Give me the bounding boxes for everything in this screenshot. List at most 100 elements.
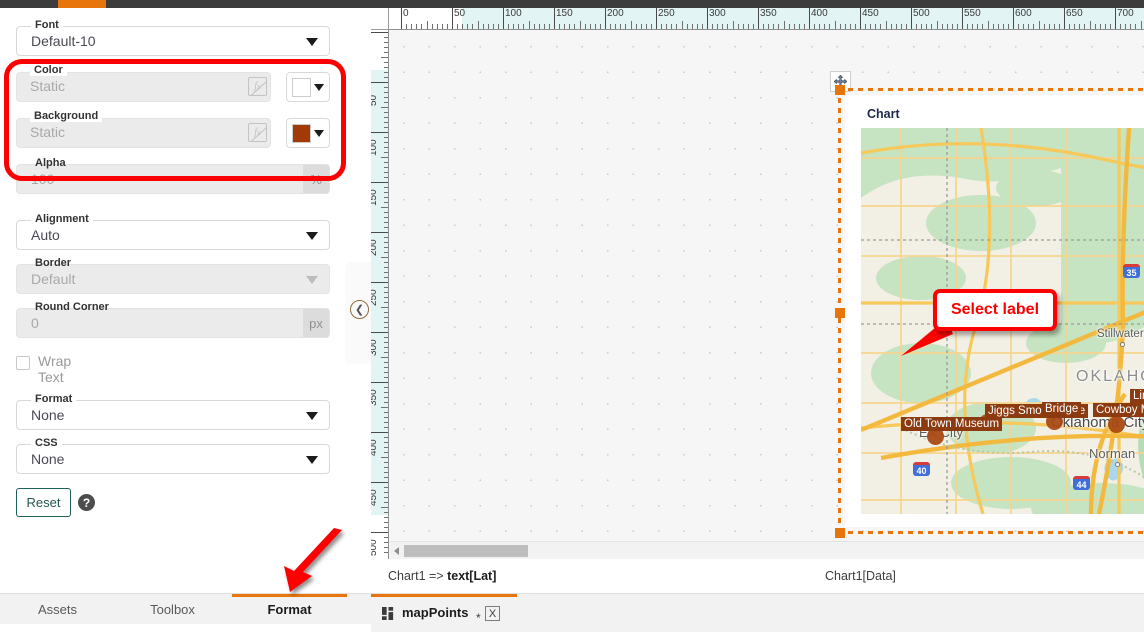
resize-handle-sw[interactable] bbox=[835, 528, 845, 538]
border-field[interactable]: Border Default bbox=[16, 257, 330, 294]
horizontal-ruler: 0 50 100 150 200 250 300 350 400 450 500 550 600 650 7… bbox=[389, 8, 1144, 30]
scrollbar-thumb[interactable] bbox=[404, 545, 528, 557]
ruler-tick bbox=[1013, 8, 1014, 29]
resize-handle-w[interactable] bbox=[835, 308, 845, 318]
ruler-tick bbox=[895, 24, 897, 29]
report-canvas[interactable]: Chart 35 40 44 OKLAH Stillwater Oklahoma… bbox=[390, 31, 1144, 541]
ruler-label: 650 bbox=[1066, 8, 1083, 19]
css-label: CSS bbox=[31, 437, 62, 449]
ruler-tick bbox=[371, 82, 388, 83]
ruler-tick bbox=[371, 432, 388, 433]
ruler-label: 150 bbox=[556, 8, 573, 19]
status-prefix: Chart1 => bbox=[388, 569, 448, 583]
ruler-tick bbox=[518, 24, 520, 29]
ruler-label: 0 bbox=[403, 8, 409, 19]
ruler-tick bbox=[599, 24, 601, 29]
ruler-tick bbox=[384, 42, 388, 43]
ruler-tick bbox=[384, 272, 388, 273]
ruler-tick bbox=[384, 177, 388, 178]
ruler-tick bbox=[384, 537, 388, 538]
chevron-down-icon[interactable] bbox=[306, 276, 318, 284]
ruler-tick bbox=[661, 24, 663, 29]
ruler-tick bbox=[384, 452, 388, 453]
ruler-label: 200 bbox=[371, 239, 379, 256]
status-selection-path: Chart1 => text[Lat] bbox=[388, 569, 496, 583]
scroll-left-arrow-icon[interactable] bbox=[394, 547, 399, 555]
ruler-tick bbox=[844, 24, 846, 29]
ruler-tick bbox=[384, 472, 388, 473]
ruler-tick bbox=[371, 332, 388, 333]
background-swatch-button[interactable] bbox=[286, 118, 330, 148]
chevron-down-icon[interactable] bbox=[306, 412, 318, 420]
chevron-down-icon[interactable] bbox=[314, 130, 324, 137]
map-city-label: Lawton bbox=[1017, 513, 1059, 514]
document-tab-mappoints[interactable]: mapPoints * X bbox=[371, 594, 517, 632]
alpha-unit: % bbox=[303, 165, 329, 193]
background-expression-icon[interactable]: fx bbox=[248, 123, 267, 142]
ruler-tick bbox=[834, 21, 836, 29]
tab-toolbox[interactable]: Toolbox bbox=[115, 594, 230, 625]
format-label: Format bbox=[31, 393, 77, 405]
ruler-tick bbox=[384, 77, 388, 78]
ruler-tick bbox=[384, 527, 388, 528]
map-point[interactable] bbox=[1108, 416, 1125, 433]
ruler-tick bbox=[911, 8, 912, 29]
ruler-tick bbox=[384, 512, 388, 513]
ruler-label: 350 bbox=[371, 389, 379, 406]
ruler-tick bbox=[1125, 24, 1127, 29]
ruler-tick bbox=[384, 302, 388, 303]
ruler-tick bbox=[384, 247, 388, 248]
ruler-tick bbox=[1115, 8, 1116, 29]
ruler-label: 250 bbox=[371, 289, 379, 306]
checkbox-icon[interactable] bbox=[16, 356, 30, 370]
color-expression-icon[interactable]: fx bbox=[248, 77, 267, 96]
ruler-tick bbox=[1043, 24, 1045, 29]
alpha-label: Alpha bbox=[31, 157, 70, 169]
ruler-label: 450 bbox=[862, 8, 879, 19]
alpha-field[interactable]: Alpha 100 % bbox=[16, 157, 330, 194]
status-bar: Chart1 => text[Lat] Chart1[Data] bbox=[371, 559, 1144, 594]
ruler-tick bbox=[569, 24, 571, 29]
ruler-tick bbox=[384, 152, 388, 153]
ruler-tick bbox=[384, 442, 388, 443]
ruler-tick bbox=[384, 287, 388, 288]
ruler-tick bbox=[384, 197, 388, 198]
ruler-tick bbox=[1079, 24, 1081, 29]
format-field[interactable]: Format None bbox=[16, 393, 330, 430]
tab-format-label: Format bbox=[267, 602, 312, 617]
ruler-tick bbox=[951, 24, 953, 29]
ruler-tick bbox=[384, 47, 388, 48]
ruler-tick bbox=[384, 467, 388, 468]
alignment-field[interactable]: Alignment Auto bbox=[16, 213, 330, 250]
chevron-down-icon[interactable] bbox=[306, 232, 318, 240]
round-corner-value: 0 bbox=[31, 315, 39, 331]
help-icon[interactable]: ? bbox=[78, 494, 95, 511]
tab-assets[interactable]: Assets bbox=[0, 594, 115, 625]
resize-handle-nw[interactable] bbox=[835, 85, 845, 95]
round-corner-unit: px bbox=[303, 309, 329, 337]
reset-button[interactable]: Reset bbox=[16, 488, 71, 517]
ruler-tick bbox=[384, 87, 388, 88]
ruler-tick bbox=[477, 21, 479, 29]
chevron-left-icon[interactable]: ❮ bbox=[350, 300, 369, 319]
ruler-tick bbox=[384, 427, 388, 428]
document-modified-indicator: * bbox=[476, 611, 481, 625]
css-field[interactable]: CSS None bbox=[16, 437, 330, 474]
css-value: None bbox=[31, 451, 65, 467]
ruler-tick bbox=[707, 8, 708, 29]
close-icon[interactable]: X bbox=[485, 606, 500, 621]
chevron-down-icon[interactable] bbox=[306, 456, 318, 464]
ruler-tick bbox=[406, 24, 408, 29]
ruler-tick bbox=[371, 382, 388, 383]
ruler-label: 500 bbox=[371, 539, 379, 556]
font-field[interactable]: Font Default-10 bbox=[16, 19, 330, 56]
round-corner-field[interactable]: Round Corner 0 px bbox=[16, 301, 330, 338]
color-swatch-button[interactable] bbox=[286, 72, 330, 102]
ruler-tick bbox=[384, 412, 388, 413]
chevron-down-icon[interactable] bbox=[314, 84, 324, 91]
ruler-tick bbox=[977, 24, 979, 29]
ruler-tick bbox=[384, 222, 388, 223]
chevron-down-icon[interactable] bbox=[306, 38, 318, 46]
tab-format[interactable]: Format bbox=[232, 594, 347, 625]
canvas-horizontal-scrollbar[interactable] bbox=[390, 541, 1144, 559]
